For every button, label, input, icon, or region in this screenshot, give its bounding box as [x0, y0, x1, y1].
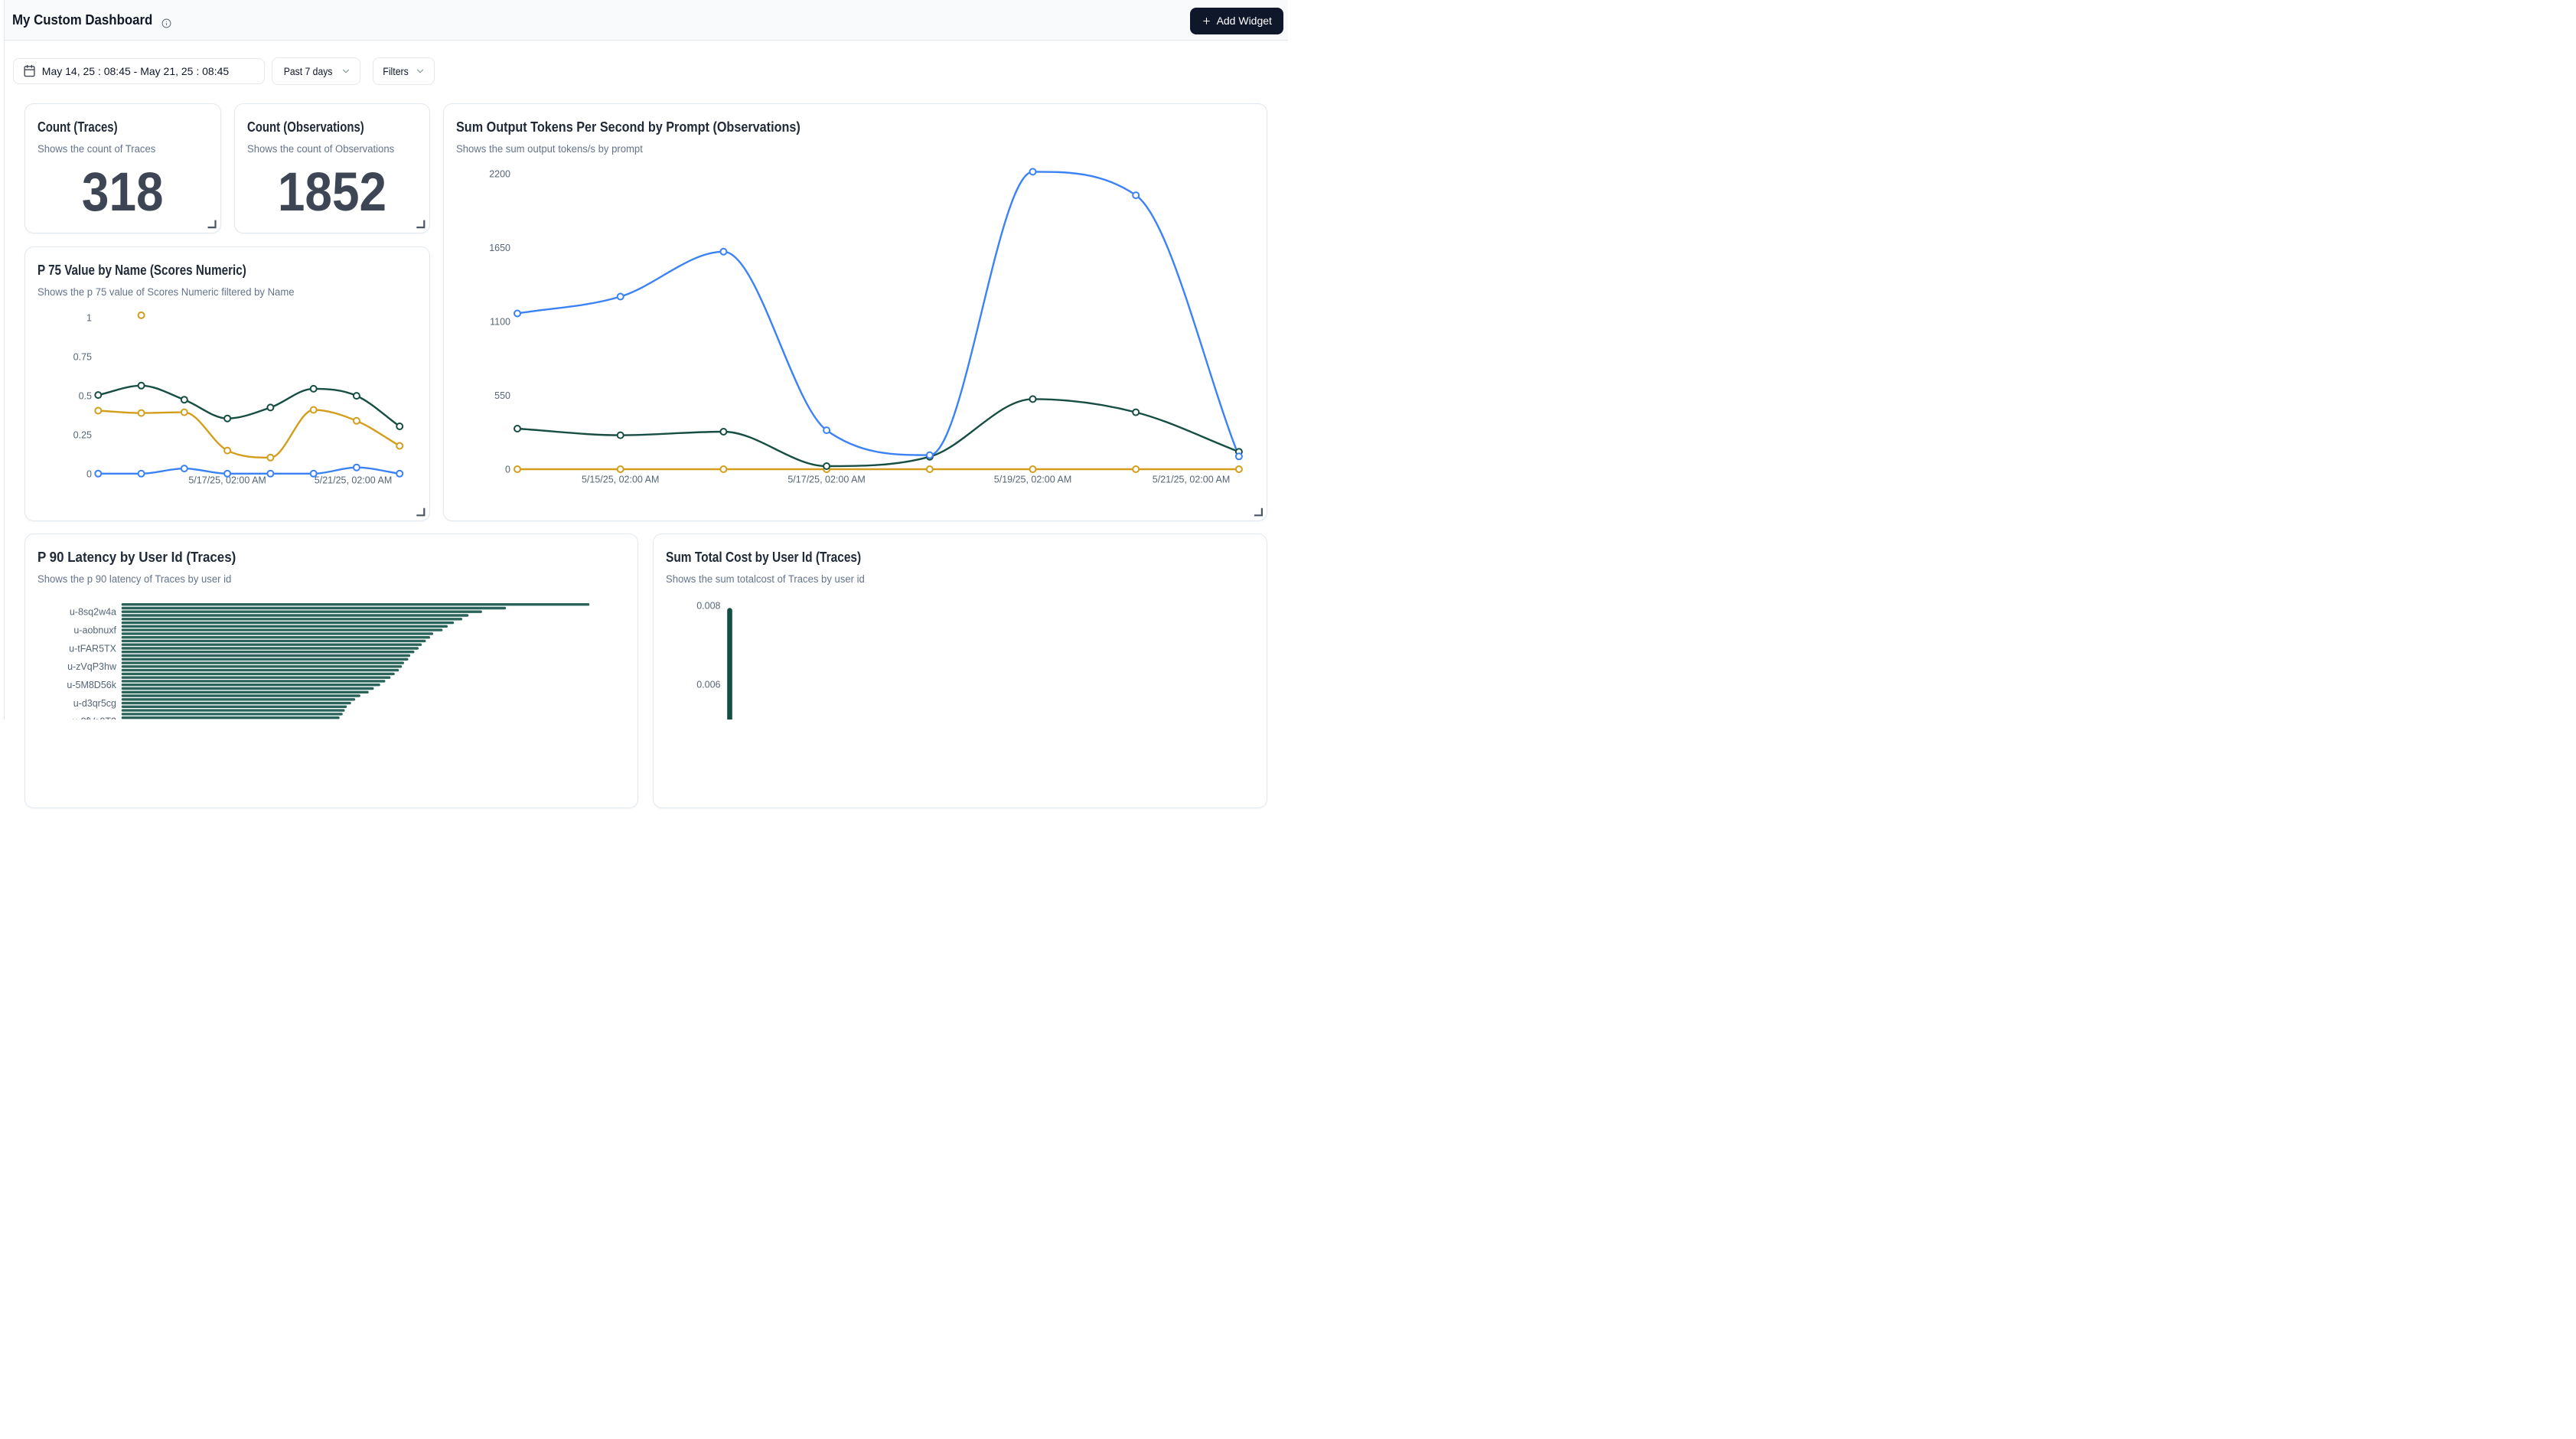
- svg-text:0.006: 0.006: [696, 680, 720, 690]
- svg-text:5/19/25, 02:00 AM: 5/19/25, 02:00 AM: [994, 475, 1071, 485]
- svg-text:u-aobnuxf: u-aobnuxf: [73, 625, 116, 635]
- svg-text:0.75: 0.75: [73, 351, 92, 362]
- svg-text:1100: 1100: [490, 316, 510, 327]
- svg-text:5/21/25, 02:00 AM: 5/21/25, 02:00 AM: [1153, 475, 1230, 485]
- svg-text:5/17/25, 02:00 AM: 5/17/25, 02:00 AM: [787, 475, 865, 485]
- svg-text:0.008: 0.008: [696, 600, 720, 611]
- svg-text:5/15/25, 02:00 AM: 5/15/25, 02:00 AM: [582, 475, 659, 485]
- svg-text:u-5M8D56k: u-5M8D56k: [67, 680, 116, 690]
- svg-text:0: 0: [505, 464, 510, 475]
- svg-text:u-tFAR5TX: u-tFAR5TX: [69, 643, 116, 654]
- svg-text:u-8sq2w4a: u-8sq2w4a: [70, 607, 116, 618]
- svg-text:0: 0: [86, 469, 92, 480]
- svg-text:1650: 1650: [489, 243, 510, 253]
- svg-text:u-zVqP3hw: u-zVqP3hw: [67, 661, 117, 672]
- svg-text:0.25: 0.25: [73, 430, 92, 441]
- svg-text:2200: 2200: [489, 168, 510, 179]
- svg-text:1: 1: [86, 312, 92, 323]
- svg-text:0.5: 0.5: [79, 390, 92, 401]
- svg-text:550: 550: [494, 390, 510, 401]
- svg-text:5/21/25, 02:00 AM: 5/21/25, 02:00 AM: [315, 475, 392, 486]
- svg-text:u-d3qr5cg: u-d3qr5cg: [73, 698, 116, 709]
- svg-text:u-8fVa9T3: u-8fVa9T3: [73, 716, 116, 720]
